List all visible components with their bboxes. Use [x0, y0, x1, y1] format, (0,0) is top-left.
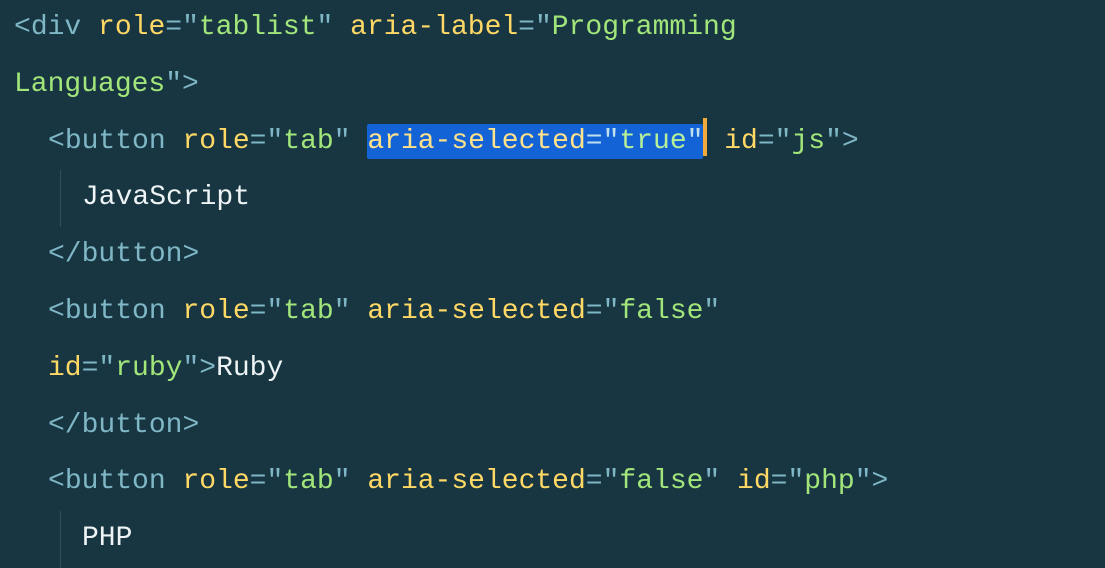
space [166, 126, 183, 157]
quote: " [266, 466, 283, 497]
space [166, 296, 183, 327]
attr-value: php [804, 466, 854, 497]
equals: = [518, 12, 535, 43]
quote: " [266, 296, 283, 327]
quote: " [165, 69, 182, 100]
attr-name: id [724, 126, 758, 157]
attr-value: false [619, 296, 703, 327]
quote: " [182, 12, 199, 43]
attr-name: id [737, 466, 771, 497]
tag-name: button [65, 296, 166, 327]
attr-value: ruby [115, 353, 182, 384]
quote: " [855, 466, 872, 497]
equals: = [165, 12, 182, 43]
attr-name: role [98, 12, 165, 43]
quote: " [603, 296, 620, 327]
quote: " [787, 466, 804, 497]
equals: = [250, 296, 267, 327]
attr-value: Programming [552, 12, 754, 43]
punct: </ [48, 410, 82, 441]
equals: = [586, 126, 603, 157]
quote: " [334, 466, 351, 497]
attr-value: tab [283, 126, 333, 157]
attr-name: id [48, 353, 82, 384]
space [707, 126, 724, 157]
equals: = [82, 353, 99, 384]
code-line[interactable]: </button> [14, 227, 1091, 284]
quote: " [98, 353, 115, 384]
quote: " [266, 126, 283, 157]
quote: " [535, 12, 552, 43]
punct: > [872, 466, 889, 497]
attr-name: role [182, 126, 249, 157]
code-line[interactable]: </button> [14, 398, 1091, 455]
attr-value: js [791, 126, 825, 157]
code-line[interactable]: <button role="tab" aria-selected="true" … [14, 114, 1091, 171]
tag-name: button [65, 466, 166, 497]
code-line[interactable]: id="ruby">Ruby [14, 341, 1091, 398]
text-node: Ruby [216, 353, 283, 384]
attr-name: aria-selected [367, 126, 585, 157]
equals: = [771, 466, 788, 497]
selection-highlight[interactable]: aria-selected="true" [367, 124, 703, 159]
attr-name: aria-selected [367, 296, 585, 327]
attr-name: role [182, 296, 249, 327]
quote: " [334, 126, 351, 157]
equals: = [586, 296, 603, 327]
space [351, 466, 368, 497]
code-line[interactable]: <div role="tablist" aria-label="Programm… [14, 0, 1091, 57]
attr-value: tab [283, 466, 333, 497]
equals: = [758, 126, 775, 157]
tag-name: button [65, 126, 166, 157]
code-line[interactable]: PHP [14, 511, 1091, 568]
quote: " [317, 12, 334, 43]
quote: " [703, 296, 720, 327]
equals: = [250, 466, 267, 497]
attr-value: tab [283, 296, 333, 327]
equals: = [586, 466, 603, 497]
tag-name: div [31, 12, 81, 43]
punct: > [182, 69, 199, 100]
quote: " [603, 126, 620, 157]
punct: < [48, 126, 65, 157]
space [351, 296, 368, 327]
punct: < [14, 12, 31, 43]
code-line[interactable]: <button role="tab" aria-selected="false" [14, 284, 1091, 341]
text-node: JavaScript [82, 182, 250, 213]
quote: " [825, 126, 842, 157]
space [351, 126, 368, 157]
attr-name: aria-label [350, 12, 518, 43]
code-line[interactable]: <button role="tab" aria-selected="false"… [14, 454, 1091, 511]
tag-name: button [82, 410, 183, 441]
space [720, 466, 737, 497]
punct: > [199, 353, 216, 384]
punct: > [182, 410, 199, 441]
code-line[interactable]: JavaScript [14, 170, 1091, 227]
tag-name: button [82, 239, 183, 270]
punct: > [842, 126, 859, 157]
quote: " [603, 466, 620, 497]
quote: " [703, 466, 720, 497]
space [81, 12, 98, 43]
space [333, 12, 350, 43]
quote: " [687, 126, 704, 157]
attr-value: true [619, 126, 686, 157]
attr-name: role [182, 466, 249, 497]
attr-value: tablist [199, 12, 317, 43]
punct: < [48, 466, 65, 497]
attr-value: false [619, 466, 703, 497]
code-line[interactable]: Languages"> [14, 57, 1091, 114]
equals: = [250, 126, 267, 157]
quote: " [775, 126, 792, 157]
text-node: PHP [82, 523, 132, 554]
punct: </ [48, 239, 82, 270]
quote: " [334, 296, 351, 327]
code-editor[interactable]: <div role="tablist" aria-label="Programm… [0, 0, 1105, 568]
attr-value: Languages [14, 69, 165, 100]
space [166, 466, 183, 497]
quote: " [182, 353, 199, 384]
attr-name: aria-selected [367, 466, 585, 497]
punct: > [182, 239, 199, 270]
punct: < [48, 296, 65, 327]
